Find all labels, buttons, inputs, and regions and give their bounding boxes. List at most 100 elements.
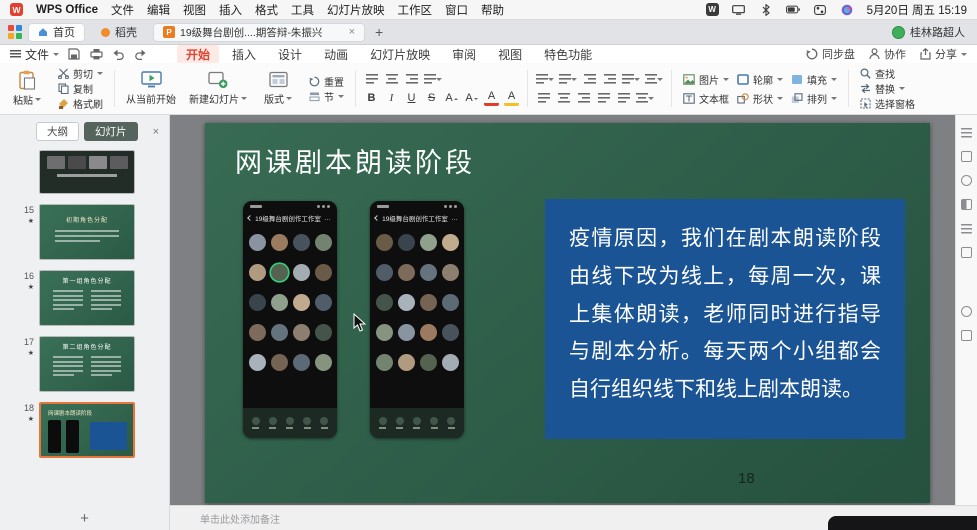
slide-body-textbox[interactable]: 疫情原因，我们在剧本朗读阶段由线下改为线上，每周一次，课上集体朗读，老师同时进行… (545, 199, 905, 439)
help-icon[interactable] (961, 306, 972, 317)
undo-button[interactable] (111, 48, 125, 61)
print-button[interactable] (89, 48, 103, 61)
layout-button[interactable]: 版式 (257, 70, 299, 107)
menubar-menu-item[interactable]: 窗口 (445, 2, 468, 18)
thumbnail-row-18-selected[interactable]: 18 ★ 网课剧本朗读阶段 (0, 397, 169, 463)
arrange-button[interactable]: 排列 (788, 91, 840, 106)
sync-drive-button[interactable]: 同步盘 (806, 46, 855, 62)
slide-thumbnail[interactable]: 第一组角色分配 (39, 270, 135, 326)
tab-slides[interactable]: 幻灯片 (84, 122, 138, 141)
menubar-menu-item[interactable]: 帮助 (481, 2, 504, 18)
text-direction-icon[interactable] (636, 91, 654, 106)
outline-style-button[interactable]: 轮廓 (734, 72, 786, 87)
phone-screenshot-left[interactable]: 19级舞台剧创作工作室 … (243, 201, 337, 438)
menubar-menu-item[interactable]: 文件 (111, 2, 134, 18)
ribbon-tab-0[interactable]: 开始 (177, 44, 220, 64)
paste-button[interactable]: 粘贴 (6, 69, 48, 108)
menubar-menu-item[interactable]: 视图 (183, 2, 206, 18)
line-spacing-icon[interactable] (622, 72, 640, 87)
align-left-icon[interactable] (536, 91, 551, 106)
add-slide-button[interactable]: + (0, 510, 169, 527)
collaborate-button[interactable]: 协作 (869, 46, 906, 62)
menubar-app-name[interactable]: WPS Office (36, 4, 98, 16)
share-button[interactable]: 分享 (920, 46, 967, 62)
tab-outline[interactable]: 大纲 (36, 122, 79, 141)
numbered-list-icon[interactable] (559, 72, 577, 87)
tab-docer[interactable]: 稻壳 (91, 23, 147, 42)
close-document-icon[interactable]: × (349, 26, 355, 38)
font-effects-icon[interactable] (364, 72, 379, 87)
user-account[interactable]: 桂林路超人 (892, 24, 969, 40)
siri-icon[interactable] (840, 4, 854, 16)
slide-18[interactable]: 网课剧本朗读阶段 19级舞台剧创作工作室 … 19级舞台剧创作工作室 … 疫情原… (205, 123, 930, 503)
bullet-list-icon[interactable] (536, 72, 554, 87)
shapes-button[interactable]: 形状 (734, 91, 786, 106)
selection-pane-button[interactable]: 选择窗格 (857, 97, 918, 111)
animation-icon[interactable] (961, 175, 972, 186)
save-button[interactable] (67, 48, 81, 61)
ribbon-tab-1[interactable]: 插入 (223, 45, 265, 64)
align-right-icon[interactable] (576, 91, 591, 106)
picture-button[interactable]: 图片 (680, 72, 732, 87)
cut-button[interactable]: 剪切 (55, 67, 106, 81)
change-case-icon[interactable] (404, 72, 419, 87)
menubar-menu-item[interactable]: 插入 (219, 2, 242, 18)
properties-icon[interactable] (961, 127, 972, 138)
menubar-menu-item[interactable]: 编辑 (147, 2, 170, 18)
tab-home[interactable]: 首页 (28, 22, 85, 42)
clear-format-icon[interactable] (424, 72, 442, 87)
design-icon[interactable] (961, 199, 972, 210)
file-menu-button[interactable]: 文件 (10, 46, 60, 63)
home-launcher-icon[interactable] (8, 25, 22, 39)
new-tab-button[interactable]: + (371, 24, 387, 40)
resource-icon[interactable] (961, 247, 972, 258)
redo-button[interactable] (133, 48, 147, 61)
textbox-button[interactable]: 文本框 (680, 91, 732, 106)
play-from-current-button[interactable]: 从当前开始 (123, 70, 179, 107)
ribbon-tab-4[interactable]: 幻灯片放映 (361, 45, 439, 64)
battery-icon[interactable] (785, 4, 800, 16)
more-tools-icon[interactable] (961, 330, 972, 341)
wps-logo-icon[interactable]: W (10, 3, 23, 16)
wps-status-badge-icon[interactable]: W (705, 3, 719, 16)
menubar-menu-item[interactable]: 幻灯片放映 (327, 2, 385, 18)
italic-button[interactable]: I (384, 91, 399, 106)
copy-button[interactable]: 复制 (55, 82, 106, 96)
character-shading-icon[interactable] (384, 72, 399, 87)
menubar-menu-item[interactable]: 工作区 (397, 2, 432, 18)
reset-button[interactable]: 重置 (306, 74, 347, 89)
phone-screenshot-right[interactable]: 19级舞台剧创作工作室 … (370, 201, 464, 438)
control-center-icon[interactable] (813, 4, 827, 16)
thumbnail-row-partial[interactable] (0, 145, 169, 199)
ribbon-tab-5[interactable]: 审阅 (443, 45, 485, 64)
comment-icon[interactable] (961, 223, 972, 234)
increase-font-size-button[interactable]: A (444, 91, 459, 106)
editing-canvas[interactable]: 网课剧本朗读阶段 19级舞台剧创作工作室 … 19级舞台剧创作工作室 … 疫情原… (170, 115, 955, 505)
ribbon-tab-7[interactable]: 特色功能 (535, 45, 601, 64)
ribbon-tab-6[interactable]: 视图 (489, 45, 531, 64)
slide-thumbnail-current[interactable]: 网课剧本朗读阶段 (39, 402, 135, 458)
menubar-menu-item[interactable]: 格式 (255, 2, 278, 18)
highlight-color-button[interactable]: A (504, 91, 519, 106)
strikethrough-button[interactable]: S (424, 91, 439, 106)
bluetooth-icon[interactable] (759, 3, 773, 16)
ribbon-tab-3[interactable]: 动画 (315, 45, 357, 64)
columns-icon[interactable] (645, 72, 663, 87)
thumbnail-row-17[interactable]: 17 ★ 第二组角色分配 (0, 331, 169, 397)
font-color-button[interactable]: A (484, 91, 499, 106)
distribute-icon[interactable] (616, 91, 631, 106)
slide-thumbnail[interactable]: 初期角色分配 (39, 204, 135, 260)
fill-button[interactable]: 填充 (788, 72, 840, 87)
bold-button[interactable]: B (364, 91, 379, 106)
align-center-icon[interactable] (556, 91, 571, 106)
menubar-menu-item[interactable]: 工具 (291, 2, 314, 18)
display-mirroring-icon[interactable] (732, 4, 746, 16)
section-button[interactable]: 节 (306, 89, 347, 104)
thumbnail-row-16[interactable]: 16 ★ 第一组角色分配 (0, 265, 169, 331)
tab-document[interactable]: P 19级舞台剧创....期答辩-朱振兴 × (153, 22, 365, 42)
format-object-icon[interactable] (961, 151, 972, 162)
increase-indent-icon[interactable] (602, 72, 617, 87)
decrease-font-size-button[interactable]: A (464, 91, 479, 106)
ribbon-tab-2[interactable]: 设计 (269, 45, 311, 64)
new-slide-button[interactable]: 新建幻灯片 (186, 70, 250, 107)
